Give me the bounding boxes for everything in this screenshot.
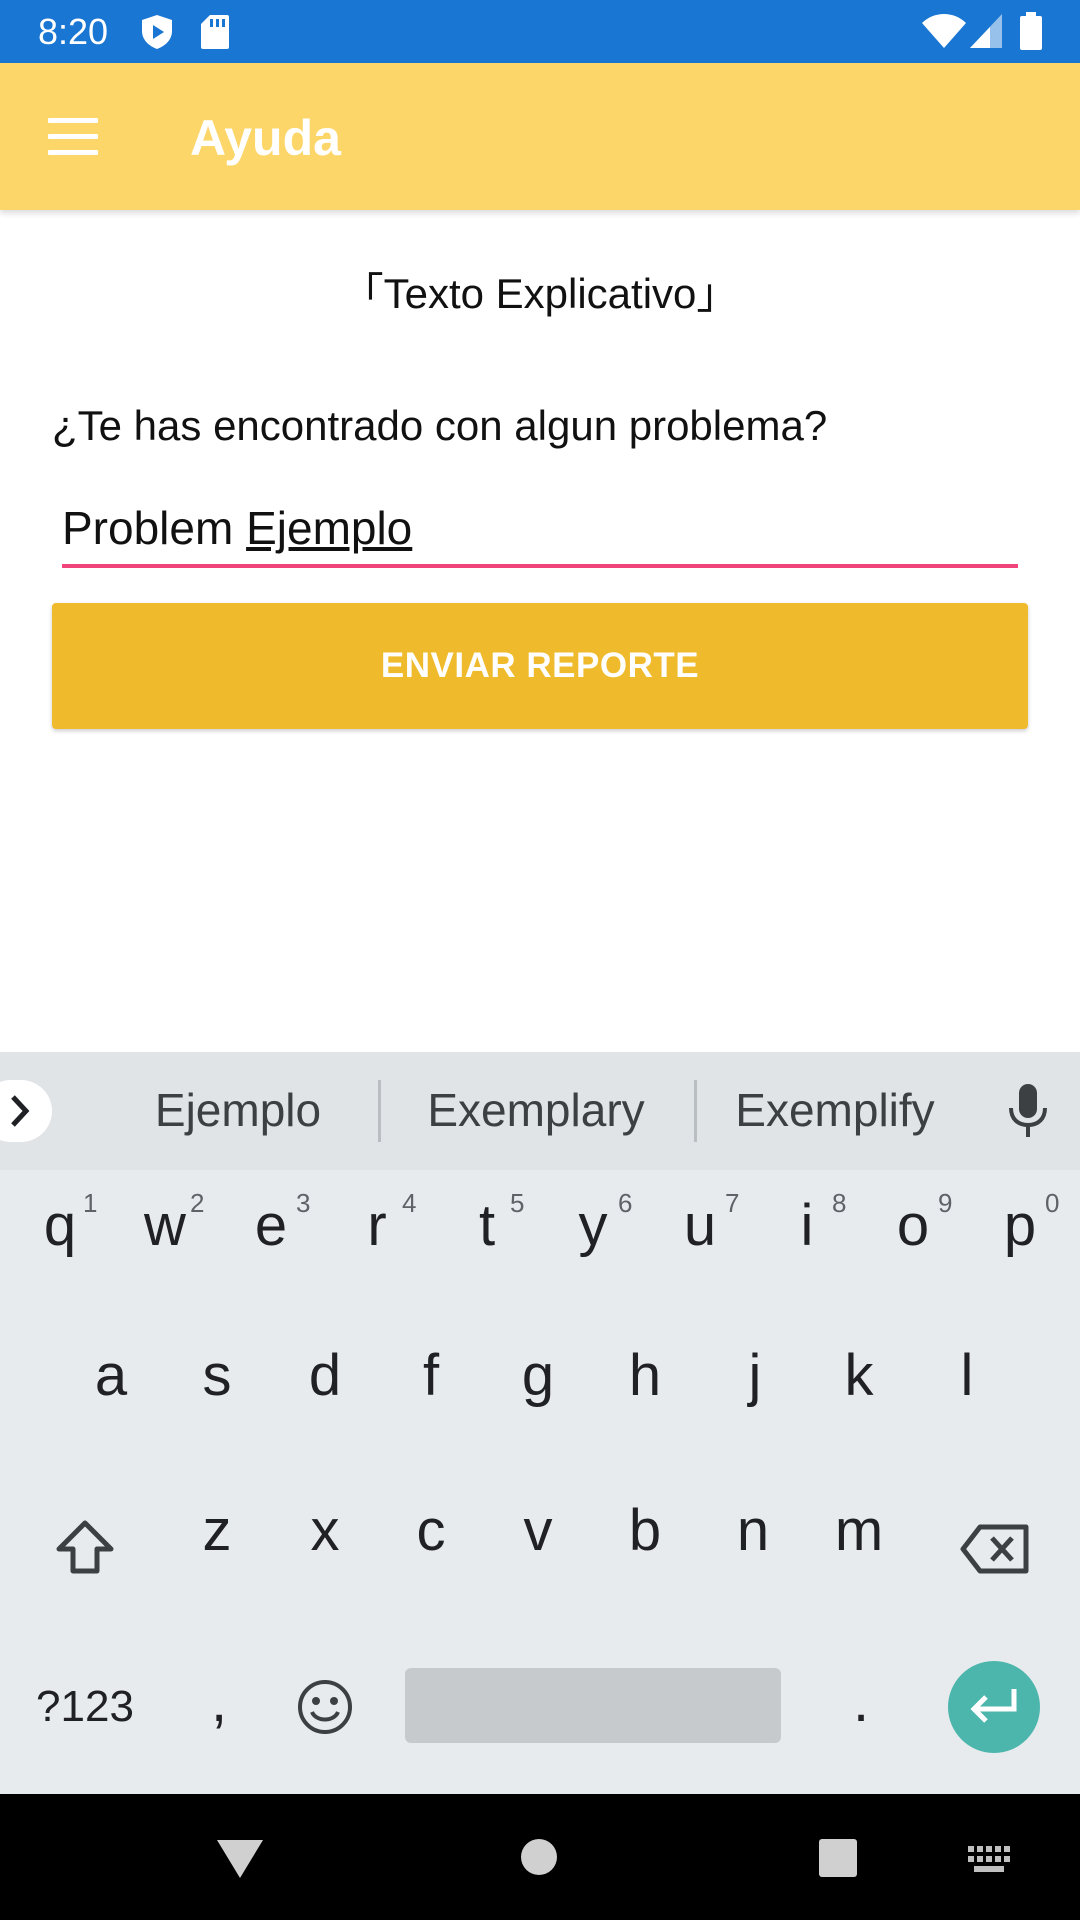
key-label: t: [478, 1193, 496, 1258]
key-s[interactable]: s: [172, 1342, 262, 1442]
key-j[interactable]: j: [710, 1342, 800, 1442]
explain-text: 「Texto Explicativo」: [341, 270, 739, 317]
keyboard: Ejemplo Exemplary Exemplify q1 w2 e3 r4 …: [0, 1052, 1080, 1794]
key-i[interactable]: i8: [762, 1188, 852, 1292]
key-o[interactable]: o9: [868, 1188, 958, 1292]
sd-card-icon: [201, 15, 229, 49]
problem-input-composing-word: Ejemplo: [246, 502, 413, 554]
suggestion-bar: Ejemplo Exemplary Exemplify: [0, 1052, 1080, 1170]
key-label: p: [1003, 1193, 1037, 1258]
enter-key[interactable]: [948, 1661, 1040, 1753]
send-report-button[interactable]: ENVIAR REPORTE: [52, 603, 1028, 729]
emoji-icon: [298, 1680, 352, 1734]
key-label: e: [254, 1193, 288, 1258]
backspace-key[interactable]: [950, 1497, 1040, 1597]
key-n[interactable]: n: [708, 1497, 798, 1597]
key-hint: 2: [190, 1188, 205, 1218]
key-hint: 1: [83, 1188, 98, 1218]
suggestion-item[interactable]: Exemplify: [720, 1082, 950, 1138]
key-w[interactable]: w2: [120, 1188, 210, 1292]
key-label: q: [43, 1193, 77, 1258]
status-bar: 8:20: [0, 0, 1080, 63]
battery-icon: [1020, 12, 1042, 50]
key-t[interactable]: t5: [442, 1188, 532, 1292]
home-icon[interactable]: [520, 1838, 558, 1876]
key-hint: 9: [938, 1188, 953, 1218]
keyboard-switch-icon[interactable]: [968, 1846, 1010, 1874]
chevron-right-icon: [11, 1095, 30, 1127]
key-label: o: [896, 1193, 930, 1258]
emoji-key[interactable]: [280, 1662, 370, 1752]
suggestion-item[interactable]: Exemplary: [410, 1082, 662, 1138]
period-key[interactable]: .: [816, 1657, 906, 1747]
key-a[interactable]: a: [66, 1342, 156, 1442]
key-b[interactable]: b: [600, 1497, 690, 1597]
key-q[interactable]: q1: [15, 1188, 105, 1292]
key-x[interactable]: x: [280, 1497, 370, 1597]
suggestion-divider: [694, 1080, 697, 1142]
comma-key[interactable]: ,: [174, 1657, 264, 1747]
key-hint: 5: [510, 1188, 525, 1218]
microphone-icon[interactable]: [1004, 1084, 1052, 1140]
key-d[interactable]: d: [280, 1342, 370, 1442]
page-title: Ayuda: [190, 110, 341, 166]
shield-play-icon: [142, 15, 172, 49]
key-k[interactable]: k: [814, 1342, 904, 1442]
key-v[interactable]: v: [493, 1497, 583, 1597]
key-hint: 3: [296, 1188, 311, 1218]
key-p[interactable]: p0: [975, 1188, 1065, 1292]
key-c[interactable]: c: [386, 1497, 476, 1597]
app-bar: Ayuda: [0, 63, 1080, 210]
navigation-bar: [0, 1794, 1080, 1920]
space-key[interactable]: [405, 1668, 781, 1743]
recents-icon[interactable]: [818, 1838, 858, 1878]
key-r[interactable]: r4: [332, 1188, 422, 1292]
key-hint: 0: [1045, 1188, 1060, 1218]
key-e[interactable]: e3: [226, 1188, 316, 1292]
key-label: y: [578, 1193, 608, 1258]
key-hint: 4: [402, 1188, 417, 1218]
key-label: i: [800, 1193, 814, 1258]
key-hint: 7: [725, 1188, 740, 1218]
problem-input[interactable]: Problem Ejemplo: [62, 496, 1018, 568]
key-f[interactable]: f: [386, 1342, 476, 1442]
signal-icon: [970, 14, 1002, 48]
suggestion-item[interactable]: Ejemplo: [130, 1082, 346, 1138]
key-label: u: [683, 1193, 717, 1258]
key-y[interactable]: y6: [548, 1188, 638, 1292]
wifi-icon: [922, 14, 966, 48]
key-h[interactable]: h: [600, 1342, 690, 1442]
status-time: 8:20: [38, 11, 109, 52]
shift-key[interactable]: [40, 1497, 130, 1597]
key-u[interactable]: u7: [655, 1188, 745, 1292]
enter-icon: [970, 1689, 1017, 1723]
symbols-key[interactable]: ?123: [20, 1667, 150, 1747]
suggestion-divider: [378, 1080, 381, 1142]
question-label: ¿Te has encontrado con algun problema?: [52, 402, 828, 449]
problem-input-word: Problem: [62, 502, 247, 554]
backspace-icon: [960, 1524, 1029, 1574]
back-icon[interactable]: [215, 1838, 265, 1880]
key-l[interactable]: l: [922, 1342, 1012, 1442]
menu-icon[interactable]: [48, 118, 98, 156]
key-g[interactable]: g: [493, 1342, 583, 1442]
keyboard-toolbar-toggle[interactable]: [0, 1080, 52, 1142]
key-z[interactable]: z: [172, 1497, 262, 1597]
shift-icon: [56, 1520, 114, 1574]
key-label: r: [367, 1193, 387, 1258]
key-hint: 6: [618, 1188, 633, 1218]
key-m[interactable]: m: [814, 1497, 904, 1597]
key-label: w: [144, 1193, 186, 1258]
key-hint: 8: [832, 1188, 847, 1218]
